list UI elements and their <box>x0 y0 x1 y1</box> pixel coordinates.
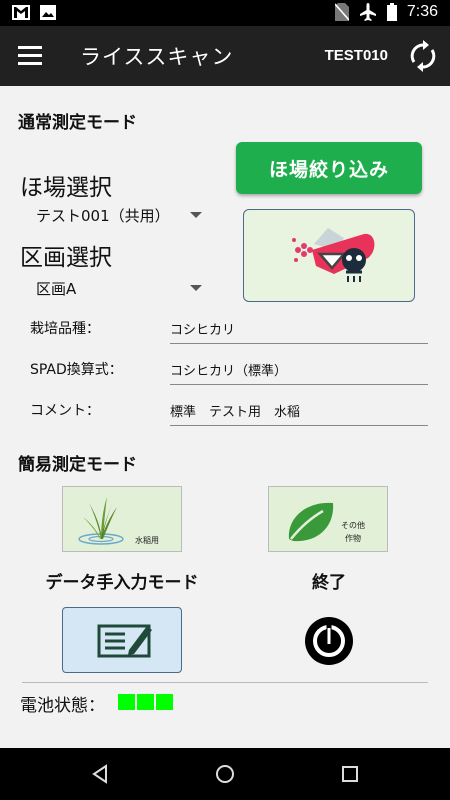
airplane-icon <box>359 3 376 21</box>
sync-icon[interactable] <box>408 40 438 72</box>
manual-input-button[interactable] <box>62 607 182 673</box>
app-toolbar: ライススキャン TEST010 <box>0 26 450 86</box>
field-select-dropdown[interactable]: テスト001（共用） <box>36 205 204 227</box>
leaf-icon <box>288 502 334 542</box>
other-caption-line1: その他 <box>341 521 365 530</box>
home-icon[interactable] <box>213 762 237 786</box>
normal-mode-title: 通常測定モード <box>18 113 137 133</box>
field-filter-button[interactable]: ほ場絞り込み <box>236 142 422 194</box>
recents-icon[interactable] <box>338 762 362 786</box>
field-select-value: テスト001（共用） <box>36 207 170 225</box>
battery-label: 電池状態： <box>20 696 105 716</box>
no-sim-icon <box>334 3 349 21</box>
clock: 7:36 <box>406 3 438 20</box>
menu-icon[interactable] <box>18 46 42 66</box>
variety-field[interactable]: コシヒカリ <box>170 319 428 344</box>
divider <box>22 682 428 683</box>
manual-input-label: データ手入力モード <box>45 573 199 593</box>
exit-label: 終了 <box>312 573 346 593</box>
simple-mode-title: 簡易測定モード <box>18 455 137 475</box>
power-icon[interactable] <box>304 616 354 666</box>
scan-button[interactable] <box>243 209 415 302</box>
rice-caption: 水稲用 <box>135 536 159 545</box>
pen-note-icon <box>97 624 152 658</box>
spad-field[interactable]: コシヒカリ（標準） <box>170 360 428 385</box>
battery-level-indicator <box>118 694 173 710</box>
comment-field[interactable]: 標準 テスト用 水稲 <box>170 401 428 426</box>
image-icon <box>40 5 56 20</box>
block-select-label: 区画選択 <box>20 245 112 271</box>
app-title: ライススキャン <box>80 45 234 69</box>
spad-label: SPAD換算式： <box>30 362 123 378</box>
comment-label: コメント： <box>30 403 100 419</box>
gmail-icon <box>12 5 30 20</box>
other-crops-button[interactable]: その他 作物 <box>268 486 388 552</box>
block-select-dropdown[interactable]: 区画A <box>36 278 204 300</box>
rice-mode-button[interactable]: 水稲用 <box>62 486 182 552</box>
system-nav-bar <box>0 748 450 800</box>
back-icon[interactable] <box>88 762 112 786</box>
variety-label: 栽培品種： <box>30 321 100 337</box>
battery-cell <box>118 694 135 710</box>
battery-cell <box>137 694 154 710</box>
main-content: 通常測定モード ほ場選択 テスト001（共用） 区画選択 区画A ほ場絞り込み … <box>0 86 450 746</box>
field-select-label: ほ場選択 <box>20 175 112 201</box>
rice-plant-icon <box>78 497 124 545</box>
battery-cell <box>156 694 173 710</box>
user-id: TEST010 <box>324 47 388 64</box>
block-select-value: 区画A <box>36 280 77 298</box>
status-bar: 7:36 <box>0 0 450 26</box>
other-caption-line2: 作物 <box>345 534 361 543</box>
chevron-down-icon <box>190 212 202 218</box>
chevron-down-icon <box>190 285 202 291</box>
scanner-icon <box>292 228 375 282</box>
battery-icon <box>386 3 397 21</box>
